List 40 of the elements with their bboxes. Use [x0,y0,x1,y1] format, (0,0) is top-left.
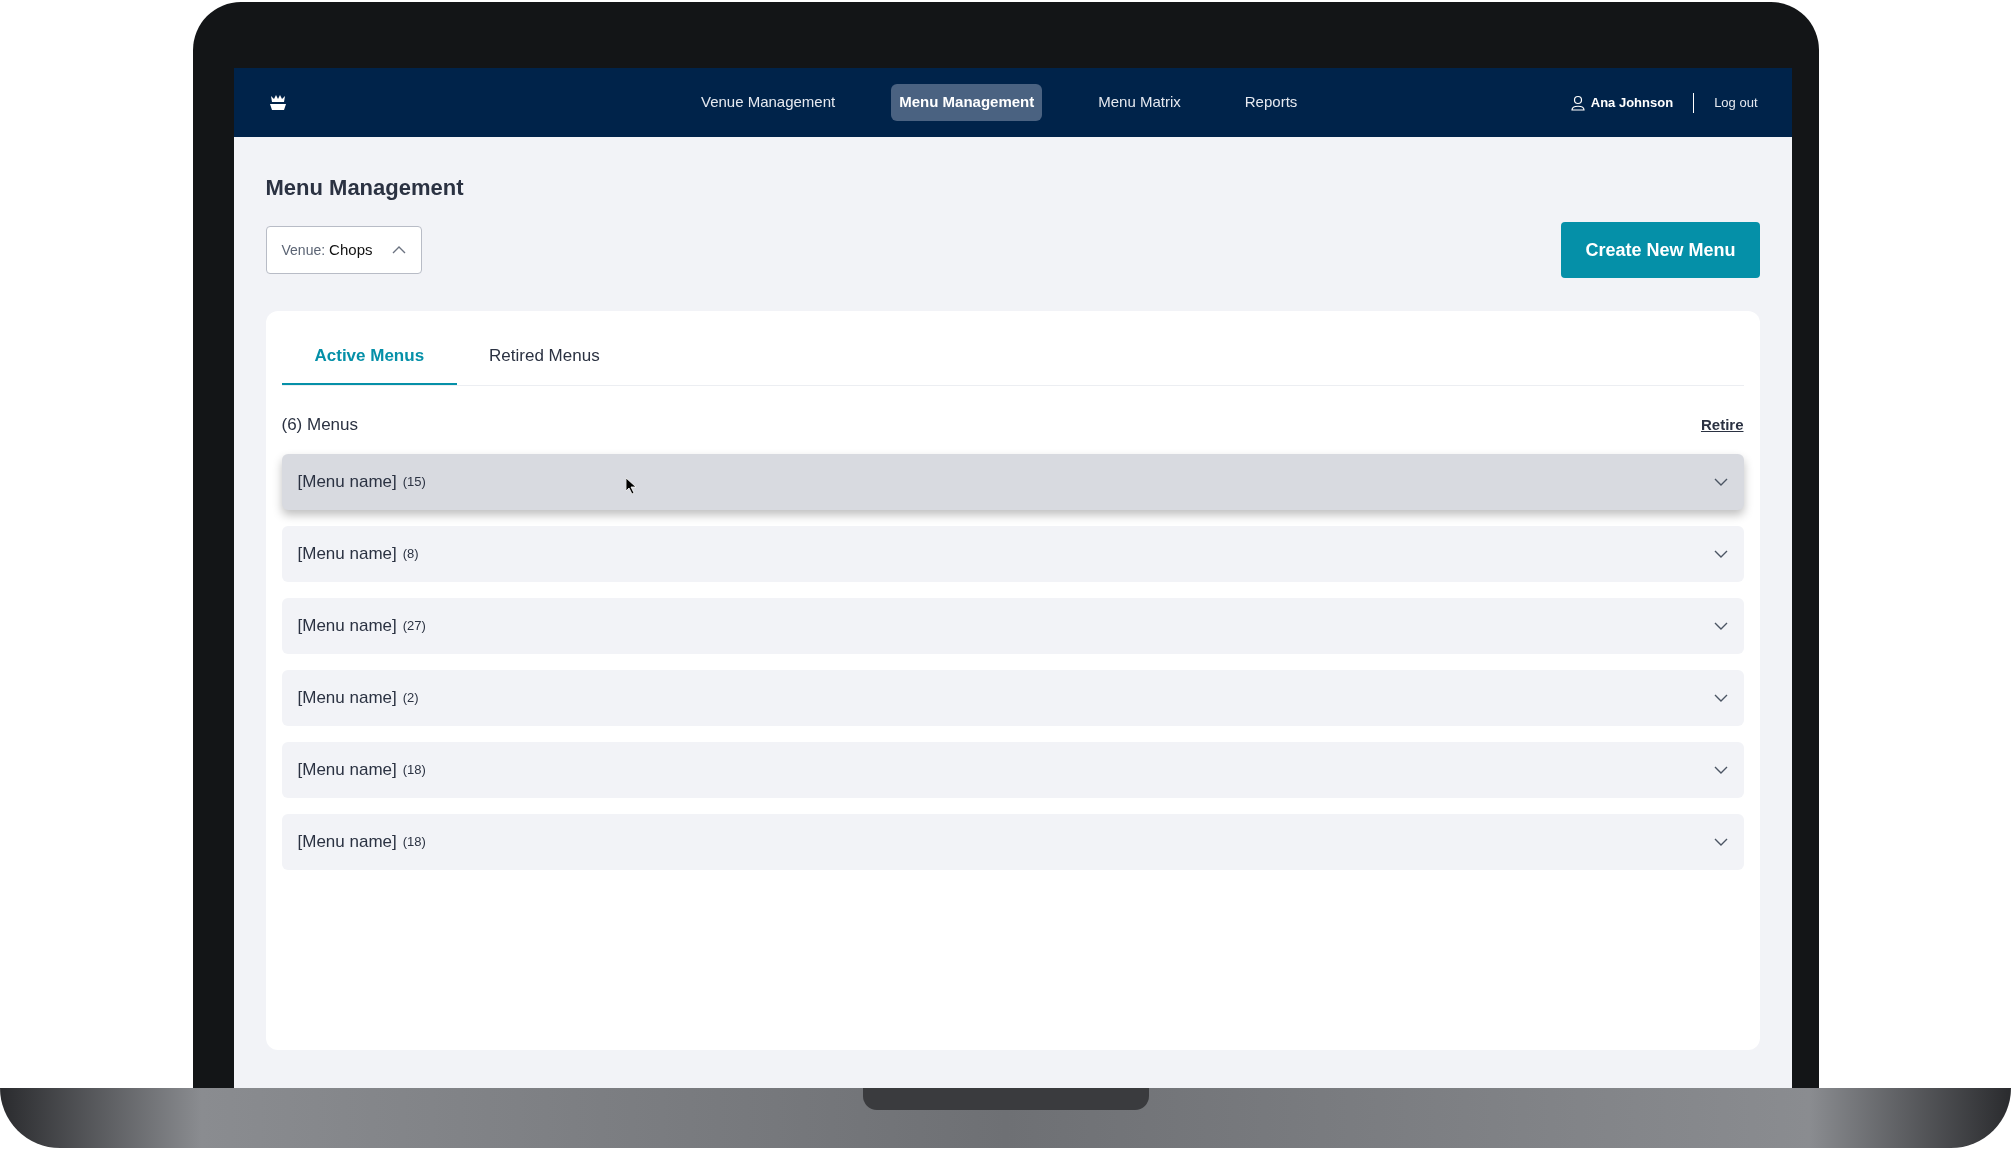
menus-count-heading: (6) Menus [281,414,359,436]
chevron-down-icon [1713,549,1728,558]
item-count: (15) [402,472,426,491]
chevron-down-icon [1713,837,1728,846]
item-count: (18) [402,760,426,779]
item-count: (27) [402,616,426,635]
nav-link[interactable]: Menu Management [891,84,1043,121]
menu-row[interactable]: [Menu name] (18) [281,741,1744,798]
menu-name: [Menu name] [297,830,397,853]
item-count: (8) [402,544,419,563]
retire-link[interactable]: Retire [1700,413,1744,436]
tab[interactable]: Retired Menus [457,329,632,385]
menu-name: [Menu name] [297,614,397,637]
create-menu-button[interactable]: Create New Menu [1561,222,1760,278]
menu-row[interactable]: [Menu name] (27) [281,597,1744,654]
tab[interactable]: Active Menus [281,329,458,385]
menu-row[interactable]: [Menu name] (15) [281,453,1744,510]
menu-row[interactable]: [Menu name] (18) [281,813,1744,870]
user-name: Ana Johnson [1590,93,1674,112]
menu-name: [Menu name] [297,686,397,709]
menu-row[interactable]: [Menu name] (8) [281,525,1744,582]
page-title: Menu Management [265,174,464,202]
mouse-pointer-icon [625,477,637,494]
chevron-down-icon [1713,477,1728,486]
chevron-down-icon [1713,765,1728,774]
menu-name: [Menu name] [297,758,397,781]
item-count: (18) [402,832,426,851]
nav-link[interactable]: Venue Management [692,84,844,121]
item-count: (2) [402,688,419,707]
caret-up-icon [391,246,406,254]
nav-link[interactable]: Menu Matrix [1090,84,1189,121]
menu-row[interactable]: [Menu name] (2) [281,669,1744,726]
menu-name: [Menu name] [297,470,397,493]
chevron-down-icon [1713,621,1728,630]
user-icon [1570,94,1585,111]
menu-name: [Menu name] [297,542,397,565]
logout-link[interactable]: Log out [1714,92,1758,113]
chevron-down-icon [1713,693,1728,702]
venue-dropdown[interactable]: Venue: Chops [265,226,422,274]
nav-link[interactable]: Reports [1236,84,1306,121]
